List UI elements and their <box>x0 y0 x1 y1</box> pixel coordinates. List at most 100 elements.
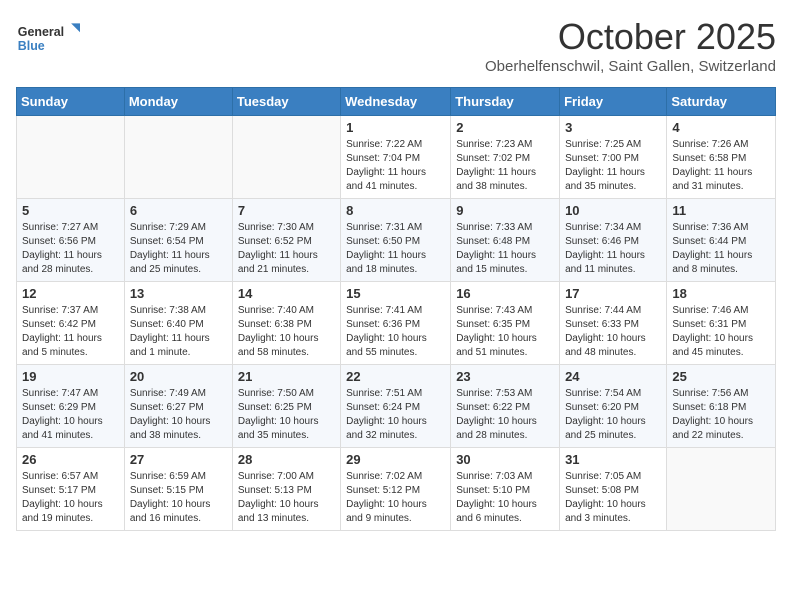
svg-text:Blue: Blue <box>18 39 45 53</box>
day-info: Sunrise: 7:38 AM Sunset: 6:40 PM Dayligh… <box>130 304 227 360</box>
calendar-cell <box>232 116 340 199</box>
day-info: Sunrise: 7:46 AM Sunset: 6:31 PM Dayligh… <box>672 304 770 360</box>
calendar-cell: 3Sunrise: 7:25 AM Sunset: 7:00 PM Daylig… <box>560 116 667 199</box>
calendar-cell: 9 Sunrise: 7:33 AM Sunset: 6:48 PM Daylig… <box>451 199 560 282</box>
calendar-cell <box>667 448 776 531</box>
page-header: General Blue October 2025 Oberhelfenschw… <box>16 16 776 75</box>
weekday-header-sunday: Sunday <box>17 88 125 116</box>
calendar-cell: 27Sunrise: 6:59 AM Sunset: 5:15 PM Dayli… <box>124 448 232 531</box>
day-info: Sunrise: 7:56 AM Sunset: 6:18 PM Dayligh… <box>672 387 770 443</box>
calendar-cell: 24 Sunrise: 7:54 AM Sunset: 6:20 PM Dayli… <box>560 365 667 448</box>
calendar-cell: 19 Sunrise: 7:47 AM Sunset: 6:29 PM Dayli… <box>17 365 125 448</box>
day-info: Sunrise: 6:59 AM Sunset: 5:15 PM Dayligh… <box>130 470 227 526</box>
day-number: 7 <box>238 203 335 218</box>
weekday-header-thursday: Thursday <box>451 88 560 116</box>
calendar-cell: 18 Sunrise: 7:46 AM Sunset: 6:31 PM Dayli… <box>667 282 776 365</box>
title-block: October 2025 Oberhelfenschwil, Saint Gal… <box>485 16 776 75</box>
logo: General Blue <box>16 16 96 61</box>
day-info: Sunrise: 7:37 AM Sunset: 6:42 PM Dayligh… <box>22 304 119 360</box>
day-number: 9 <box>456 203 554 218</box>
calendar-cell: 1Sunrise: 7:22 AM Sunset: 7:04 PM Daylig… <box>341 116 451 199</box>
week-row-2: 5 Sunrise: 7:27 AM Sunset: 6:56 PM Daylig… <box>17 199 776 282</box>
week-row-1: 1Sunrise: 7:22 AM Sunset: 7:04 PM Daylig… <box>17 116 776 199</box>
calendar-cell: 6Sunrise: 7:29 AM Sunset: 6:54 PM Daylig… <box>124 199 232 282</box>
day-info: Sunrise: 7:36 AM Sunset: 6:44 PM Dayligh… <box>672 221 770 277</box>
day-info: Sunrise: 7:26 AM Sunset: 6:58 PM Dayligh… <box>672 138 770 194</box>
week-row-4: 19 Sunrise: 7:47 AM Sunset: 6:29 PM Dayli… <box>17 365 776 448</box>
day-number: 24 <box>565 369 661 384</box>
day-info: Sunrise: 7:49 AM Sunset: 6:27 PM Dayligh… <box>130 387 227 443</box>
day-info: Sunrise: 7:43 AM Sunset: 6:35 PM Dayligh… <box>456 304 554 360</box>
day-info: Sunrise: 7:53 AM Sunset: 6:22 PM Dayligh… <box>456 387 554 443</box>
day-info: Sunrise: 7:27 AM Sunset: 6:56 PM Dayligh… <box>22 221 119 277</box>
calendar-table: SundayMondayTuesdayWednesdayThursdayFrid… <box>16 87 776 531</box>
calendar-cell: 23Sunrise: 7:53 AM Sunset: 6:22 PM Dayli… <box>451 365 560 448</box>
day-number: 18 <box>672 286 770 301</box>
calendar-cell <box>124 116 232 199</box>
day-number: 15 <box>346 286 445 301</box>
day-info: Sunrise: 7:22 AM Sunset: 7:04 PM Dayligh… <box>346 138 445 194</box>
calendar-cell: 14 Sunrise: 7:40 AM Sunset: 6:38 PM Dayli… <box>232 282 340 365</box>
day-info: Sunrise: 6:57 AM Sunset: 5:17 PM Dayligh… <box>22 470 119 526</box>
weekday-header-monday: Monday <box>124 88 232 116</box>
day-number: 30 <box>456 452 554 467</box>
calendar-cell: 29 Sunrise: 7:02 AM Sunset: 5:12 PM Dayli… <box>341 448 451 531</box>
day-info: Sunrise: 7:33 AM Sunset: 6:48 PM Dayligh… <box>456 221 554 277</box>
calendar-cell: 7Sunrise: 7:30 AM Sunset: 6:52 PM Daylig… <box>232 199 340 282</box>
calendar-cell: 5 Sunrise: 7:27 AM Sunset: 6:56 PM Daylig… <box>17 199 125 282</box>
calendar-cell: 2Sunrise: 7:23 AM Sunset: 7:02 PM Daylig… <box>451 116 560 199</box>
calendar-cell: 21 Sunrise: 7:50 AM Sunset: 6:25 PM Dayli… <box>232 365 340 448</box>
weekday-header-friday: Friday <box>560 88 667 116</box>
day-info: Sunrise: 7:41 AM Sunset: 6:36 PM Dayligh… <box>346 304 445 360</box>
day-info: Sunrise: 7:31 AM Sunset: 6:50 PM Dayligh… <box>346 221 445 277</box>
calendar-cell: 30Sunrise: 7:03 AM Sunset: 5:10 PM Dayli… <box>451 448 560 531</box>
day-number: 13 <box>130 286 227 301</box>
day-info: Sunrise: 7:00 AM Sunset: 5:13 PM Dayligh… <box>238 470 335 526</box>
day-number: 10 <box>565 203 661 218</box>
day-info: Sunrise: 7:54 AM Sunset: 6:20 PM Dayligh… <box>565 387 661 443</box>
day-number: 28 <box>238 452 335 467</box>
weekday-header-row: SundayMondayTuesdayWednesdayThursdayFrid… <box>17 88 776 116</box>
logo-svg: General Blue <box>16 16 96 61</box>
day-info: Sunrise: 7:02 AM Sunset: 5:12 PM Dayligh… <box>346 470 445 526</box>
calendar-cell: 26 Sunrise: 6:57 AM Sunset: 5:17 PM Dayli… <box>17 448 125 531</box>
day-number: 25 <box>672 369 770 384</box>
day-number: 4 <box>672 120 770 135</box>
day-number: 5 <box>22 203 119 218</box>
day-number: 14 <box>238 286 335 301</box>
day-number: 12 <box>22 286 119 301</box>
day-info: Sunrise: 7:50 AM Sunset: 6:25 PM Dayligh… <box>238 387 335 443</box>
day-number: 21 <box>238 369 335 384</box>
weekday-header-saturday: Saturday <box>667 88 776 116</box>
week-row-5: 26 Sunrise: 6:57 AM Sunset: 5:17 PM Dayli… <box>17 448 776 531</box>
calendar-cell: 31 Sunrise: 7:05 AM Sunset: 5:08 PM Dayli… <box>560 448 667 531</box>
svg-text:General: General <box>18 25 64 39</box>
calendar-cell: 13 Sunrise: 7:38 AM Sunset: 6:40 PM Dayli… <box>124 282 232 365</box>
calendar-cell: 8 Sunrise: 7:31 AM Sunset: 6:50 PM Daylig… <box>341 199 451 282</box>
day-info: Sunrise: 7:47 AM Sunset: 6:29 PM Dayligh… <box>22 387 119 443</box>
week-row-3: 12 Sunrise: 7:37 AM Sunset: 6:42 PM Dayli… <box>17 282 776 365</box>
calendar-cell: 20 Sunrise: 7:49 AM Sunset: 6:27 PM Dayli… <box>124 365 232 448</box>
day-info: Sunrise: 7:05 AM Sunset: 5:08 PM Dayligh… <box>565 470 661 526</box>
day-info: Sunrise: 7:40 AM Sunset: 6:38 PM Dayligh… <box>238 304 335 360</box>
day-number: 8 <box>346 203 445 218</box>
day-number: 17 <box>565 286 661 301</box>
day-number: 29 <box>346 452 445 467</box>
calendar-cell: 22Sunrise: 7:51 AM Sunset: 6:24 PM Dayli… <box>341 365 451 448</box>
day-number: 20 <box>130 369 227 384</box>
calendar-cell: 15 Sunrise: 7:41 AM Sunset: 6:36 PM Dayli… <box>341 282 451 365</box>
day-info: Sunrise: 7:44 AM Sunset: 6:33 PM Dayligh… <box>565 304 661 360</box>
calendar-cell: 17 Sunrise: 7:44 AM Sunset: 6:33 PM Dayli… <box>560 282 667 365</box>
calendar-cell: 16Sunrise: 7:43 AM Sunset: 6:35 PM Dayli… <box>451 282 560 365</box>
day-info: Sunrise: 7:34 AM Sunset: 6:46 PM Dayligh… <box>565 221 661 277</box>
day-number: 26 <box>22 452 119 467</box>
month-title: October 2025 <box>485 16 776 58</box>
day-number: 19 <box>22 369 119 384</box>
day-number: 22 <box>346 369 445 384</box>
calendar-cell: 4 Sunrise: 7:26 AM Sunset: 6:58 PM Daylig… <box>667 116 776 199</box>
calendar-cell: 12 Sunrise: 7:37 AM Sunset: 6:42 PM Dayli… <box>17 282 125 365</box>
day-number: 31 <box>565 452 661 467</box>
calendar-cell: 28 Sunrise: 7:00 AM Sunset: 5:13 PM Dayli… <box>232 448 340 531</box>
calendar-cell: 11Sunrise: 7:36 AM Sunset: 6:44 PM Dayli… <box>667 199 776 282</box>
day-info: Sunrise: 7:23 AM Sunset: 7:02 PM Dayligh… <box>456 138 554 194</box>
